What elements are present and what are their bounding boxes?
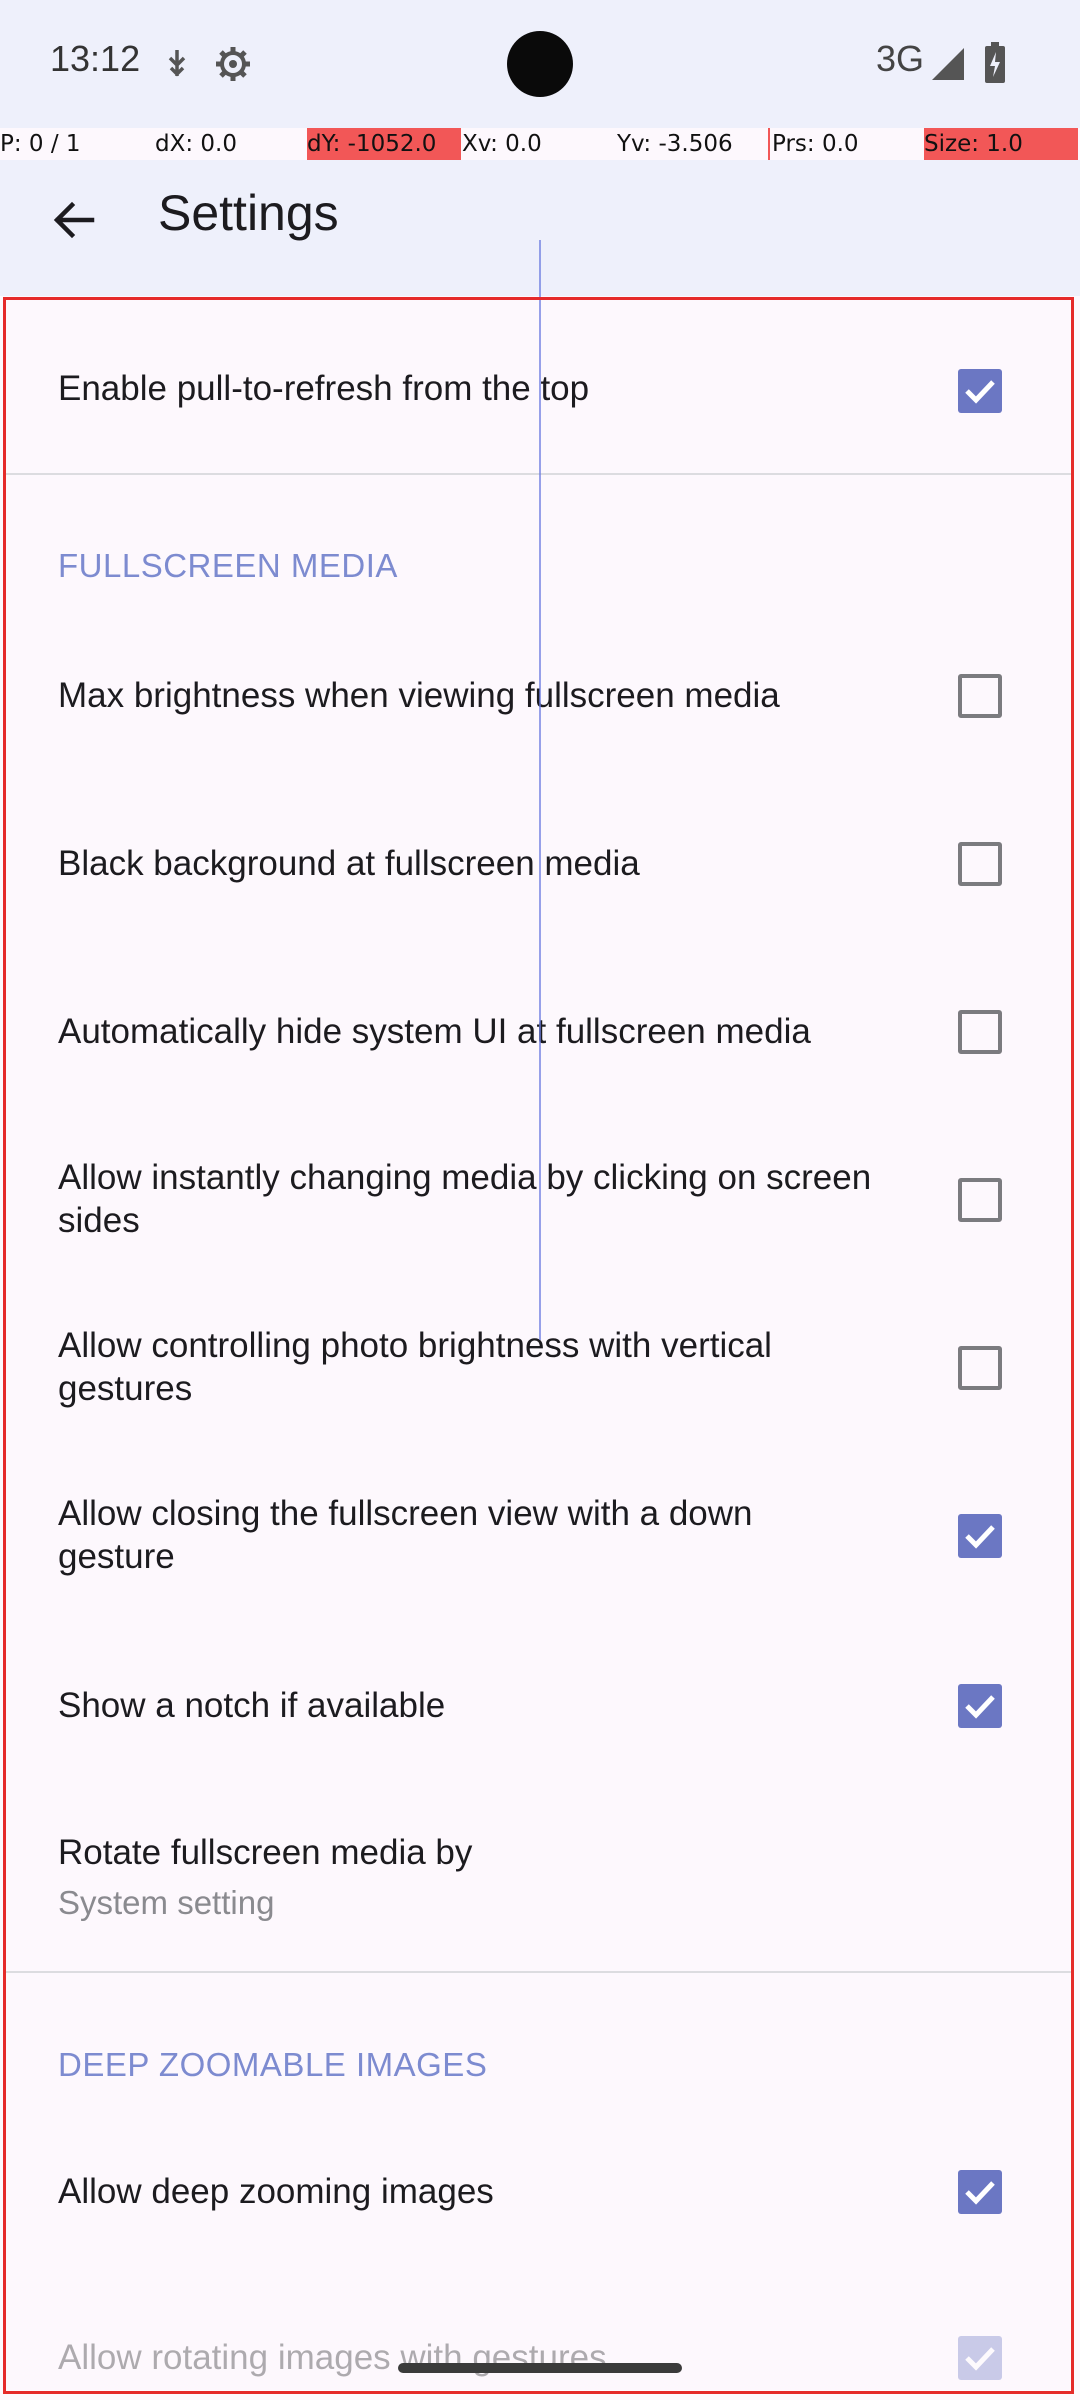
pull-refresh-checkbox[interactable]	[958, 369, 1002, 413]
checkmark-icon	[965, 2181, 995, 2205]
settings-gear-icon	[216, 47, 250, 81]
pref-label: Max brightness when viewing fullscreen m…	[58, 676, 780, 715]
pref-close-down-gesture[interactable]: Allow closing the fullscreen view with a…	[0, 1476, 1080, 1596]
battery-icon	[985, 42, 1005, 83]
instant-change-checkbox[interactable]	[958, 1178, 1002, 1222]
hide-system-ui-checkbox[interactable]	[958, 1010, 1002, 1054]
pointer-trace-line	[539, 240, 541, 1340]
checkmark-icon	[965, 2347, 995, 2371]
pref-summary: System setting	[58, 1884, 275, 1921]
section-divider	[6, 1971, 1074, 1973]
pref-rotate-gestures[interactable]: Allow rotating images with gestures	[0, 2306, 1080, 2396]
pref-label: Allow deep zooming images	[58, 2172, 494, 2211]
camera-cutout	[507, 31, 573, 97]
checkmark-icon	[965, 1525, 995, 1549]
status-bar: 13:12 3G	[0, 0, 1080, 128]
checkmark-icon	[965, 1695, 995, 1719]
pointer-location-overlay: P: 0 / 1 dX: 0.0 dY: -1052.0 Xv: 0.0 Yv:…	[0, 128, 1080, 160]
pref-label: Automatically hide system UI at fullscre…	[58, 1012, 811, 1051]
pointer-dx: dX: 0.0	[155, 131, 237, 157]
status-time: 13:12	[50, 38, 141, 79]
pointer-dy: dY: -1052.0	[307, 128, 461, 160]
pointer-xv: Xv: 0.0	[462, 131, 542, 157]
category-fullscreen-media: FULLSCREEN MEDIA	[58, 547, 398, 584]
pref-deep-zoom[interactable]: Allow deep zooming images	[0, 2136, 1080, 2246]
pref-show-notch[interactable]: Show a notch if available	[0, 1660, 1080, 1770]
pointer-size: Size: 1.0	[924, 128, 1078, 160]
pref-label: Black background at fullscreen media	[58, 844, 640, 883]
network-type: 3G	[876, 38, 925, 79]
category-deep-zoomable-images: DEEP ZOOMABLE IMAGES	[58, 2046, 488, 2083]
pref-label: Rotate fullscreen media by	[58, 1833, 473, 1872]
signal-icon	[932, 48, 964, 80]
page-title: Settings	[158, 185, 339, 241]
show-notch-checkbox[interactable]	[958, 1684, 1002, 1728]
rotate-gestures-checkbox[interactable]	[958, 2336, 1002, 2380]
pref-label: Allow closing the fullscreen view with a…	[58, 1494, 753, 1576]
back-arrow-icon[interactable]	[44, 190, 104, 250]
pref-label: Allow controlling photo brightness with …	[58, 1326, 772, 1408]
pointer-count: P: 0 / 1	[0, 131, 81, 157]
close-down-checkbox[interactable]	[958, 1514, 1002, 1558]
pref-rotate-fullscreen[interactable]: Rotate fullscreen media by System settin…	[0, 1820, 1080, 1970]
pointer-pressure: Prs: 0.0	[768, 128, 859, 160]
max-brightness-checkbox[interactable]	[958, 674, 1002, 718]
photo-brightness-checkbox[interactable]	[958, 1346, 1002, 1390]
pointer-yv: Yv: -3.506	[617, 131, 733, 157]
gesture-nav-handle[interactable]	[398, 2363, 682, 2373]
pref-label: Allow instantly changing media by clicki…	[58, 1158, 872, 1240]
usb-debug-icon	[168, 50, 186, 77]
deep-zoom-checkbox[interactable]	[958, 2170, 1002, 2214]
black-background-checkbox[interactable]	[958, 842, 1002, 886]
checkmark-icon	[965, 380, 995, 404]
pref-label: Show a notch if available	[58, 1686, 446, 1725]
pref-label: Enable pull-to-refresh from the top	[58, 369, 590, 408]
